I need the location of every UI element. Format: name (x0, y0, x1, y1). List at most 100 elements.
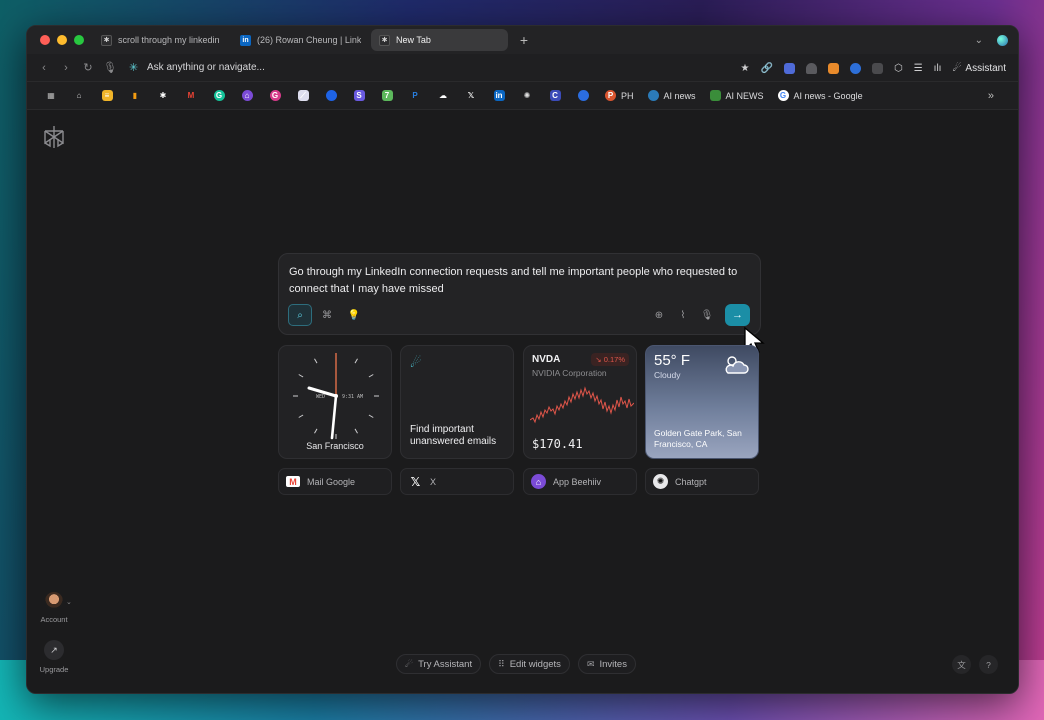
minimize-window-button[interactable] (57, 35, 67, 45)
grammarly-icon[interactable]: G (205, 86, 233, 106)
nav-bar: ‹ › ↻ 🎙 ✳ Ask anything or navigate... ★ … (27, 54, 1018, 82)
asterisk-icon[interactable]: ✱ (149, 86, 177, 106)
bookmark-ph[interactable]: P PH (605, 90, 634, 101)
clock-tick (368, 414, 374, 418)
puzzle-icon[interactable]: ⬡ (894, 63, 903, 74)
extension-icon[interactable] (849, 62, 861, 74)
invites-label: Invites (599, 658, 627, 670)
tab-3[interactable]: ✱ New Tab (371, 29, 508, 51)
link-icon[interactable]: 🔗 (761, 63, 773, 74)
new-tab-page: Go through my LinkedIn connection reques… (27, 110, 1018, 693)
bookmark-label: AI news (663, 90, 696, 101)
gmail-icon: M (286, 476, 300, 487)
cloud-sun-icon (725, 356, 749, 374)
chart-icon[interactable]: ⟋ (289, 86, 317, 106)
address-bar[interactable]: ✳ Ask anything or navigate... (129, 62, 265, 74)
waveform-icon[interactable]: ılı (934, 63, 942, 74)
google-icon: G (777, 90, 789, 101)
bookmark-icon[interactable]: ≡ (93, 86, 121, 106)
bottom-right-icons: 文 ? (952, 655, 998, 674)
paperclip-icon[interactable]: ⌇ (675, 307, 691, 323)
beehiiv-icon[interactable]: ⌂ (233, 86, 261, 106)
shortcut-label: Chatgpt (675, 476, 707, 487)
s-icon[interactable]: S (345, 86, 373, 106)
lightbulb-icon[interactable]: 💡 (342, 304, 366, 326)
new-tab-button[interactable]: + (516, 32, 532, 48)
clock-minute-hand (330, 394, 338, 440)
assistant-button[interactable]: ☄ Assistant (952, 63, 1006, 74)
upgrade-button[interactable]: ↗ Upgrade (37, 640, 71, 674)
reload-button[interactable]: ↻ (81, 61, 95, 74)
apps-grid-icon[interactable]: ▦ (37, 86, 65, 106)
clock-widget[interactable]: WED 9:31 AM San Francisco (278, 345, 392, 459)
tab-1[interactable]: ✱ scroll through my linkedin fe (93, 29, 230, 51)
analytics-icon[interactable]: ▮ (121, 86, 149, 106)
shortcut-mail-google[interactable]: M Mail Google (278, 468, 392, 495)
research-icon[interactable]: ⌘ (315, 304, 339, 326)
shortcut-app-beehiiv[interactable]: ⌂ App Beehiiv (523, 468, 637, 495)
translate-icon[interactable]: 文 (952, 655, 971, 674)
bookmark-ai-news-google[interactable]: G AI news - Google (777, 90, 863, 101)
star-icon[interactable]: ★ (741, 63, 750, 74)
search-icon[interactable]: ⌕ (288, 304, 312, 326)
pen-icon[interactable] (827, 62, 839, 74)
globe-icon[interactable]: ⊕ (651, 307, 667, 323)
gmail-icon[interactable]: M (177, 86, 205, 106)
extension-icon[interactable] (805, 62, 817, 74)
prompt-box[interactable]: Go through my LinkedIn connection reques… (278, 253, 761, 335)
bottom-actions: ☄ Try Assistant ⠿ Edit widgets ✉ Invites (396, 654, 636, 674)
tab-label: New Tab (396, 35, 431, 45)
home-icon[interactable]: ⌂ (65, 86, 93, 106)
blue-circle-icon[interactable] (317, 86, 345, 106)
stock-symbol: NVDA (532, 354, 561, 365)
cloud-icon[interactable]: ☁ (429, 86, 457, 106)
toolbar-right: ★ 🔗 ⬡ ☰ ılı ☄ Assistant (741, 54, 1006, 82)
tab-2[interactable]: in (26) Rowan Cheung | LinkedIn (232, 29, 369, 51)
microphone-icon[interactable]: 🎙 (103, 61, 117, 74)
seven-icon[interactable]: 7 (373, 86, 401, 106)
address-bar-placeholder: Ask anything or navigate... (147, 62, 265, 73)
paypal-icon[interactable]: P (401, 86, 429, 106)
bookmark-ai-news[interactable]: AI news (647, 90, 696, 101)
microphone-icon[interactable]: 🎙 (699, 307, 715, 323)
account-label: Account (40, 615, 68, 624)
maximize-window-button[interactable] (74, 35, 84, 45)
clock-tick (298, 414, 304, 418)
task-widget[interactable]: ☄ Find important unanswered emails (400, 345, 514, 459)
g-icon[interactable]: G (261, 86, 289, 106)
blue-circle-icon[interactable] (569, 86, 597, 106)
extension-icon[interactable] (783, 62, 795, 74)
bookmark-label: AI news - Google (793, 90, 863, 101)
weather-widget[interactable]: 55° F Cloudy Golden Gate Park, San Franc… (645, 345, 759, 459)
clock-digital-time: 9:31 AM (342, 394, 363, 400)
edit-widgets-button[interactable]: ⠿ Edit widgets (489, 654, 570, 674)
c-icon[interactable]: C (541, 86, 569, 106)
back-button[interactable]: ‹ (37, 62, 51, 74)
send-button[interactable]: → (725, 304, 750, 326)
edit-widgets-label: Edit widgets (509, 658, 561, 670)
clock-tick (314, 428, 318, 434)
extension-icon[interactable] (871, 62, 883, 74)
tab-label: scroll through my linkedin fe (118, 35, 222, 45)
help-icon[interactable]: ? (979, 655, 998, 674)
chevron-down-icon[interactable]: ⌄ (975, 35, 983, 46)
bookmark-ai-news-2[interactable]: AI NEWS (709, 90, 764, 101)
forward-button[interactable]: › (59, 62, 73, 74)
perplexity-logo-icon[interactable] (41, 124, 67, 150)
chevron-down-icon: ⌄ (66, 599, 72, 606)
prompt-input[interactable]: Go through my LinkedIn connection reques… (289, 264, 750, 298)
perplexity-icon: ✱ (379, 34, 390, 46)
openai-icon[interactable]: ✺ (513, 86, 541, 106)
invites-button[interactable]: ✉ Invites (577, 654, 636, 674)
x-icon[interactable]: 𝕏 (457, 86, 485, 106)
account-button[interactable]: ⌄ Account (37, 592, 72, 624)
stock-widget[interactable]: NVDA NVIDIA Corporation ↘ 0.17% $170.41 (523, 345, 637, 459)
close-window-button[interactable] (40, 35, 50, 45)
try-assistant-button[interactable]: ☄ Try Assistant (396, 654, 482, 674)
list-icon[interactable]: ☰ (914, 63, 923, 74)
linkedin-icon[interactable]: in (485, 86, 513, 106)
more-bookmarks-icon[interactable]: » (988, 90, 994, 102)
browser-profile-icon[interactable] (997, 34, 1008, 46)
shortcut-x[interactable]: 𝕏 X (400, 468, 514, 495)
shortcut-chatgpt[interactable]: ✺ Chatgpt (645, 468, 759, 495)
